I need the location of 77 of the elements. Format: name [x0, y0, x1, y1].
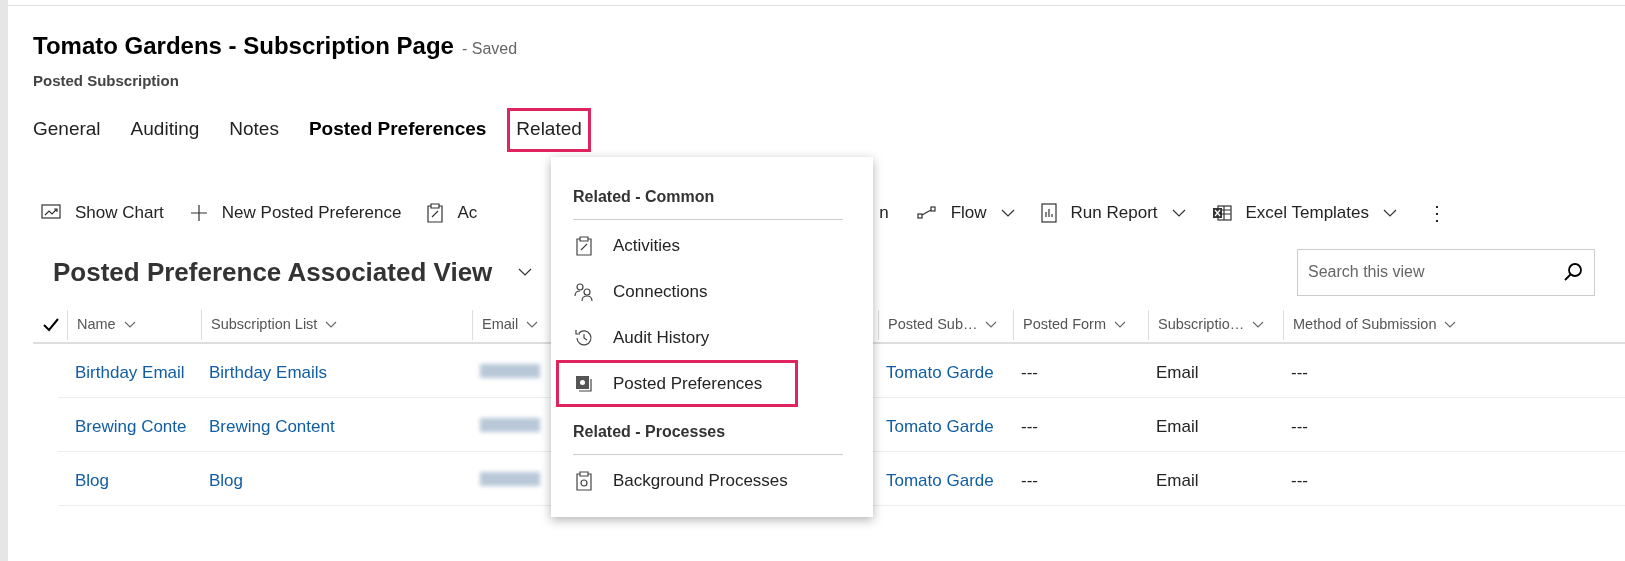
- table-cell-text: ---: [1291, 361, 1308, 384]
- table-link[interactable]: Tomato Garde: [886, 359, 994, 385]
- table-cell-text: ---: [1291, 469, 1308, 492]
- menu-item[interactable]: Connections: [559, 271, 795, 312]
- toolbar-button[interactable]: New Posted Preference: [181, 194, 420, 231]
- menu-item[interactable]: Activities: [559, 225, 795, 266]
- column-header[interactable]: Email: [482, 313, 519, 336]
- toolbar-button[interactable]: Run Report: [1032, 194, 1204, 231]
- record-title: Tomato Gardens - Subscription Page: [33, 31, 454, 61]
- table-cell-text: ---: [1021, 361, 1038, 384]
- blurred-text: [480, 417, 540, 432]
- column-header[interactable]: Subscription List: [211, 313, 318, 336]
- table-link[interactable]: Blog: [75, 467, 110, 493]
- clipboard-icon: [576, 235, 592, 256]
- chevron-down-icon: [325, 321, 338, 328]
- clipboard-icon: [427, 202, 444, 223]
- chevron-down-icon: [1171, 208, 1186, 217]
- clipboard-gear-icon: [576, 470, 592, 491]
- view-title[interactable]: Posted Preference Associated View: [53, 252, 493, 292]
- table-link[interactable]: Tomato Garde: [886, 467, 994, 493]
- toolbar-button[interactable]: Flow: [908, 194, 1033, 231]
- chevron-down-icon: [518, 268, 533, 276]
- tab[interactable]: Related: [510, 110, 588, 149]
- table-link[interactable]: Brewing Conte: [75, 413, 187, 439]
- report-icon: [1040, 202, 1057, 223]
- tab[interactable]: Auditing: [124, 110, 206, 149]
- menu-item[interactable]: Audit History: [559, 317, 795, 358]
- chevron-down-icon: [985, 321, 998, 328]
- column-header[interactable]: Posted Form: [1023, 313, 1106, 336]
- column-header[interactable]: Subscriptio…: [1158, 313, 1245, 336]
- tab[interactable]: Notes: [223, 110, 285, 149]
- column-header[interactable]: Posted Sub…: [888, 313, 978, 336]
- menu-item[interactable]: Background Processes: [559, 460, 795, 501]
- table-cell-text: Email: [1156, 469, 1199, 492]
- chevron-down-icon: [1383, 208, 1397, 217]
- toolbar-button[interactable]: Ac: [419, 194, 496, 231]
- tab[interactable]: General: [27, 110, 107, 149]
- toolbar-button[interactable]: Show Chart: [33, 194, 182, 231]
- chevron-down-icon: [123, 321, 136, 328]
- people-icon: [574, 281, 594, 302]
- search-field[interactable]: Search this view: [1297, 248, 1595, 296]
- table-cell-text: ---: [1021, 469, 1038, 492]
- menu-heading: Related - Common: [573, 185, 843, 220]
- column-header[interactable]: Method of Submission: [1293, 313, 1437, 336]
- flow-icon: [916, 205, 937, 220]
- table-link[interactable]: Birthday Emails: [209, 359, 328, 385]
- column-header[interactable]: Name: [77, 313, 116, 336]
- history-icon: [574, 327, 594, 348]
- chevron-down-icon: [1252, 321, 1265, 328]
- plus-icon: [189, 203, 208, 222]
- table-link[interactable]: Brewing Content: [209, 413, 335, 439]
- chevron-down-icon: [1114, 321, 1126, 328]
- table-link[interactable]: Tomato Garde: [886, 413, 994, 439]
- chart-icon: [41, 203, 61, 222]
- table-cell-text: Email: [1156, 415, 1199, 438]
- blurred-text: [480, 363, 540, 378]
- checkmark-icon[interactable]: [43, 317, 59, 332]
- menu-item[interactable]: Posted Preferences: [559, 363, 795, 404]
- chevron-down-icon: [1000, 208, 1015, 217]
- spreadsheet-icon: [1211, 203, 1232, 222]
- table-cell-text: ---: [1291, 415, 1308, 438]
- toolbar-button[interactable]: n: [879, 199, 889, 226]
- document-icon: [575, 374, 593, 393]
- search-icon[interactable]: [1563, 261, 1583, 282]
- table-cell-text: ---: [1021, 415, 1038, 438]
- toolbar-button[interactable]: Excel Templates: [1203, 194, 1415, 231]
- entity-name: Posted Subscription: [33, 71, 180, 91]
- table-link[interactable]: Birthday Email: [75, 359, 185, 385]
- tab[interactable]: Posted Preferences: [302, 110, 493, 149]
- save-status: - Saved: [461, 39, 518, 59]
- menu-heading: Related - Processes: [573, 420, 843, 455]
- blurred-text: [480, 471, 540, 486]
- table-cell-text: Email: [1156, 361, 1199, 384]
- chevron-down-icon: [526, 321, 539, 328]
- more-button[interactable]: ⋮: [1419, 197, 1455, 228]
- table-link[interactable]: Blog: [209, 467, 244, 493]
- chevron-down-icon: [1444, 321, 1457, 328]
